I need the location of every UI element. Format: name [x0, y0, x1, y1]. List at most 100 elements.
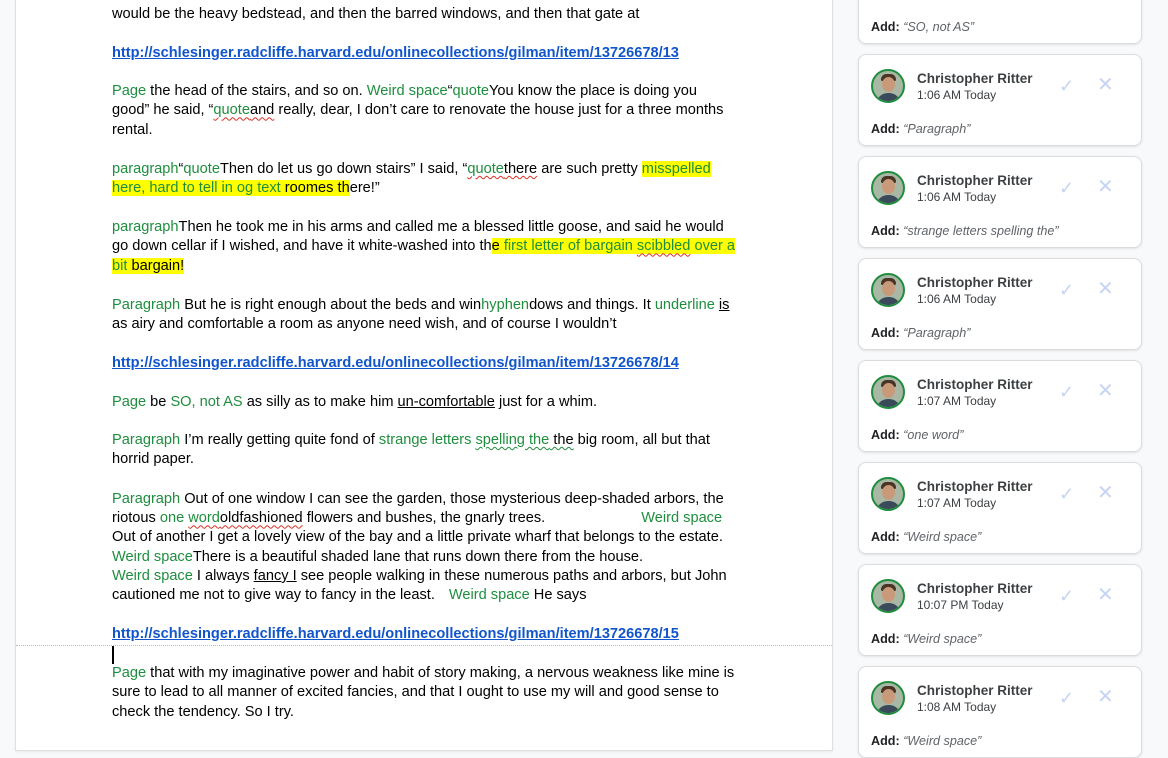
reject-suggestion-close-icon[interactable]: ✕ — [1097, 177, 1114, 197]
suggestion-card[interactable]: Christopher Ritter 1:06 AM Today ✓ ✕ Add… — [858, 156, 1142, 248]
accept-suggestion-check-icon[interactable]: ✓ — [1059, 689, 1074, 707]
text: I always — [192, 568, 254, 584]
author-name: Christopher Ritter — [917, 71, 1033, 86]
reject-suggestion-close-icon[interactable]: ✕ — [1097, 687, 1114, 707]
grammar-flag[interactable]: the — [549, 432, 573, 448]
suggestion-weird-space[interactable]: Weird space — [112, 568, 193, 584]
accept-suggestion-check-icon[interactable]: ✓ — [1059, 485, 1074, 503]
suggestion-text: “SO, not AS” — [903, 20, 975, 34]
misspelled-word[interactable]: oldfashioned — [220, 510, 303, 526]
suggestion-weird-space[interactable]: Weird space — [367, 83, 448, 99]
suggestion-hyphen[interactable]: hyphen — [481, 297, 529, 313]
suggestion-card[interactable]: Add: “SO, not AS” — [858, 0, 1142, 44]
accept-suggestion-check-icon[interactable]: ✓ — [1059, 281, 1074, 299]
suggestion-add: Add: “Paragraph” — [871, 122, 970, 136]
accept-suggestion-check-icon[interactable]: ✓ — [1059, 587, 1074, 605]
author-name: Christopher Ritter — [917, 275, 1033, 290]
underlined-text: is — [718, 297, 730, 313]
suggestion-paragraph[interactable]: Paragraph — [112, 491, 180, 507]
add-label: Add: — [871, 326, 900, 340]
highlighted-text: e — [491, 238, 500, 255]
suggestion-add: Add: “Weird space” — [871, 632, 981, 646]
suggestion-spelling-the[interactable]: spelling the — [475, 432, 549, 448]
suggestion-add: Add: “Paragraph” — [871, 326, 970, 340]
reject-suggestion-close-icon[interactable]: ✕ — [1097, 279, 1114, 299]
highlighted-text: roomes th — [280, 180, 350, 197]
text: He says — [529, 587, 587, 604]
avatar — [871, 273, 905, 307]
suggestion-weird-space[interactable]: Weird space — [449, 587, 530, 603]
reject-suggestion-close-icon[interactable]: ✕ — [1097, 585, 1114, 605]
suggestion-quote[interactable]: quote — [183, 161, 220, 177]
author-name: Christopher Ritter — [917, 683, 1033, 698]
suggestion-card[interactable]: Christopher Ritter 1:07 AM Today ✓ ✕ Add… — [858, 462, 1142, 554]
suggestion-weird-space[interactable]: Weird space — [641, 510, 722, 526]
avatar — [871, 69, 905, 103]
paragraph-7c[interactable]: Weird spaceThere is a beautiful shaded l… — [112, 548, 736, 567]
suggestion-underline[interactable]: underline — [655, 297, 715, 313]
suggestion-card[interactable]: Christopher Ritter 1:06 AM Today ✓ ✕ Add… — [858, 54, 1142, 146]
accept-suggestion-check-icon[interactable]: ✓ — [1059, 77, 1074, 95]
suggestion-quote[interactable]: quote — [453, 83, 490, 99]
accept-suggestion-check-icon[interactable]: ✓ — [1059, 383, 1074, 401]
suggestion-card[interactable]: Christopher Ritter 1:07 AM Today ✓ ✕ Add… — [858, 360, 1142, 452]
suggestion-page[interactable]: Page — [112, 83, 146, 99]
text: dows and things. It — [529, 297, 655, 313]
paragraph-1[interactable]: Page the head of the stairs, and so on. … — [112, 82, 736, 140]
suggestion-scibbled[interactable]: scibbled — [636, 238, 691, 255]
doc-link-14[interactable]: http://schlesinger.radcliffe.harvard.edu… — [112, 354, 679, 373]
add-label: Add: — [871, 734, 900, 748]
paragraph-4[interactable]: Paragraph But he is right enough about t… — [112, 296, 736, 335]
suggestion-paragraph[interactable]: Paragraph — [112, 297, 180, 313]
avatar — [871, 477, 905, 511]
misspelled-word[interactable]: and — [250, 102, 274, 118]
paragraph-7a[interactable]: Paragraph Out of one window I can see th… — [112, 490, 736, 529]
add-label: Add: — [871, 224, 900, 238]
doc-link-13[interactable]: http://schlesinger.radcliffe.harvard.edu… — [112, 44, 679, 63]
suggestion-first-letter[interactable]: first letter of bargain — [499, 238, 637, 255]
suggestion-paragraph[interactable]: Paragraph — [112, 432, 180, 448]
suggestion-paragraph[interactable]: paragraph — [112, 219, 179, 235]
misspelled-word[interactable]: there — [504, 161, 537, 177]
add-label: Add: — [871, 20, 900, 34]
timestamp: 1:08 AM Today — [917, 700, 997, 714]
suggestion-one[interactable]: one — [160, 510, 188, 526]
doc-link-15[interactable]: http://schlesinger.radcliffe.harvard.edu… — [112, 625, 679, 644]
text: the head of the stairs, and so on. — [146, 83, 367, 99]
link-item-15[interactable]: http://schlesinger.radcliffe.harvard.edu… — [112, 626, 679, 642]
doc-line-top[interactable]: would be the heavy bedstead, and then th… — [112, 5, 736, 24]
suggestion-paragraph[interactable]: paragraph — [112, 161, 179, 177]
suggestion-quote[interactable]: quote — [467, 161, 504, 177]
accept-suggestion-check-icon[interactable]: ✓ — [1059, 179, 1074, 197]
reject-suggestion-close-icon[interactable]: ✕ — [1097, 381, 1114, 401]
timestamp: 1:07 AM Today — [917, 394, 997, 408]
link-item-13[interactable]: http://schlesinger.radcliffe.harvard.edu… — [112, 45, 679, 61]
paragraph-7d[interactable]: Weird space I always fancy I see people … — [112, 567, 736, 606]
paragraph-5[interactable]: Page be SO, not AS as silly as to make h… — [112, 393, 736, 412]
avatar — [871, 375, 905, 409]
timestamp: 1:06 AM Today — [917, 292, 997, 306]
suggestion-word[interactable]: word — [188, 510, 220, 526]
paragraph-3[interactable]: paragraphThen he took me in his arms and… — [112, 218, 736, 276]
link-item-14[interactable]: http://schlesinger.radcliffe.harvard.edu… — [112, 355, 679, 371]
paragraph-2[interactable]: paragraph“quoteThen do let us go down st… — [112, 160, 736, 199]
suggestion-so-not-as[interactable]: SO, not AS — [170, 394, 242, 410]
avatar — [871, 681, 905, 715]
suggestion-page[interactable]: Page — [112, 394, 146, 410]
suggestion-card[interactable]: Christopher Ritter 1:08 AM Today ✓ ✕ Add… — [858, 666, 1142, 758]
text: I’m really getting quite fond of — [180, 432, 379, 448]
suggestion-strange-letters[interactable]: strange letters — [379, 432, 476, 448]
suggestion-quote[interactable]: quote — [213, 102, 250, 118]
reject-suggestion-close-icon[interactable]: ✕ — [1097, 75, 1114, 95]
paragraph-6[interactable]: Paragraph I’m really getting quite fond … — [112, 431, 736, 470]
timestamp: 1:06 AM Today — [917, 190, 997, 204]
reject-suggestion-close-icon[interactable]: ✕ — [1097, 483, 1114, 503]
suggestion-page[interactable]: Page — [112, 665, 146, 681]
suggestion-card[interactable]: Christopher Ritter 1:06 AM Today ✓ ✕ Add… — [858, 258, 1142, 350]
suggestion-weird-space[interactable]: Weird space — [112, 549, 193, 565]
suggestion-card[interactable]: Christopher Ritter 10:07 PM Today ✓ ✕ Ad… — [858, 564, 1142, 656]
paragraph-7b[interactable]: Out of another I get a lovely view of th… — [112, 528, 736, 547]
text: But he is right enough about the beds an… — [180, 297, 482, 313]
paragraph-8[interactable]: Page that with my imaginative power and … — [112, 664, 736, 722]
suggestion-text: “Paragraph” — [903, 326, 971, 340]
